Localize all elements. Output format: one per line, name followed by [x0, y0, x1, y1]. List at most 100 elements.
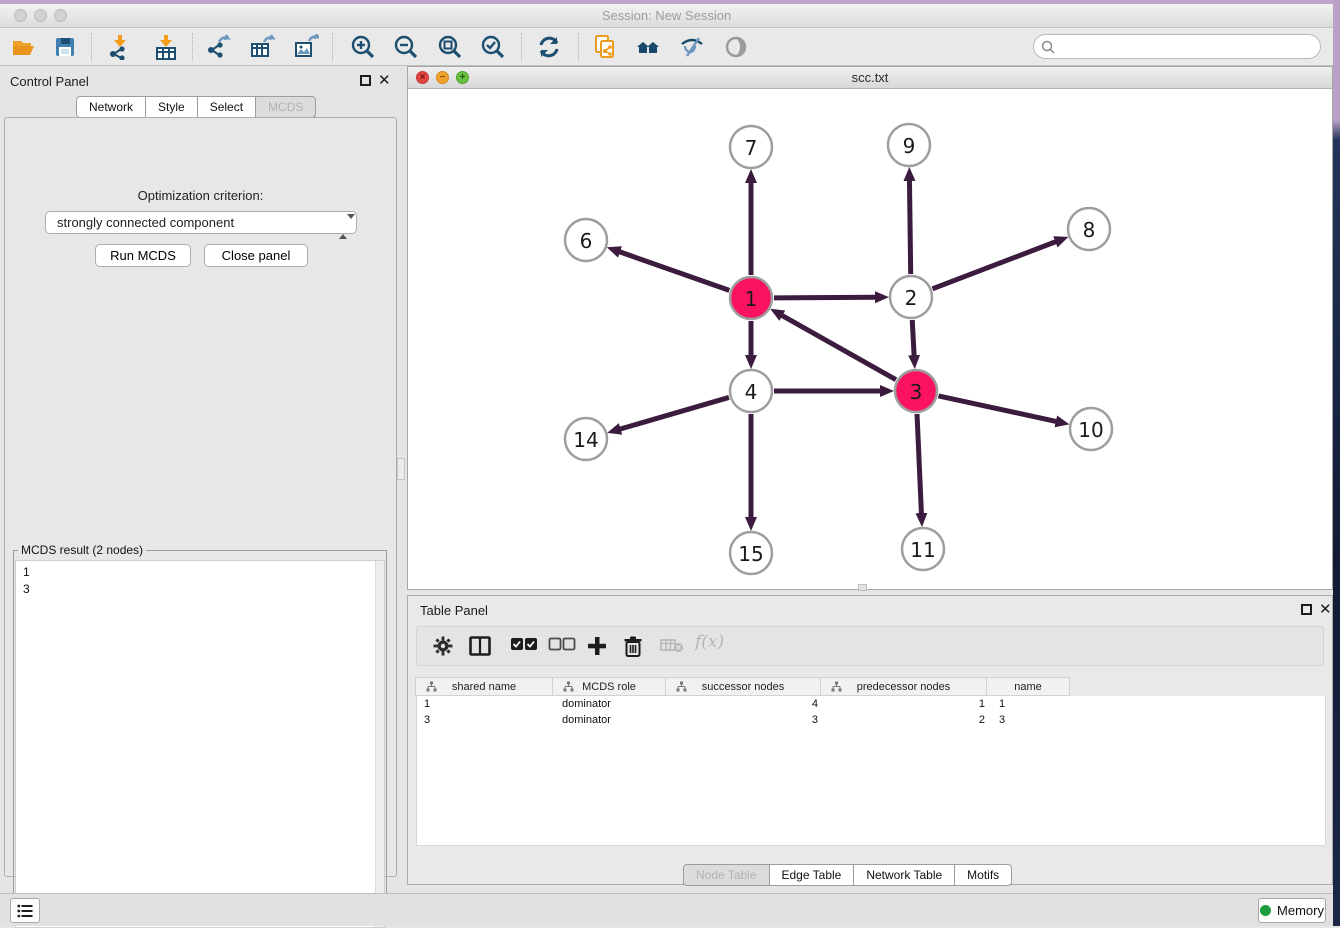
- column-header-predecessor-nodes[interactable]: predecessor nodes: [820, 677, 987, 696]
- tab-mcds[interactable]: MCDS: [255, 96, 316, 118]
- task-history-button[interactable]: [10, 898, 40, 923]
- toolbar-separator: [91, 33, 92, 61]
- cell-successor-nodes[interactable]: 3: [669, 712, 825, 728]
- edge-1-to-2[interactable]: [774, 297, 877, 298]
- edge-2-to-9[interactable]: [909, 179, 910, 274]
- open-session-icon[interactable]: [10, 34, 36, 60]
- delete-table-icon-disabled: [660, 636, 684, 654]
- import-table-icon[interactable]: [153, 34, 179, 60]
- cell-shared-name[interactable]: 3: [417, 712, 555, 728]
- network-resize-grip[interactable]: [858, 584, 867, 591]
- cell-name[interactable]: 3: [992, 712, 1076, 728]
- node-label-8: 8: [1083, 218, 1096, 242]
- close-panel-icon[interactable]: ✕: [378, 75, 391, 86]
- edge-3-to-10[interactable]: [938, 396, 1057, 422]
- cell-predecessor-nodes[interactable]: 1: [825, 696, 992, 712]
- table-settings-gear-icon[interactable]: [433, 636, 453, 656]
- panel-divider-grip[interactable]: [397, 458, 405, 480]
- tab-network-table[interactable]: Network Table: [853, 864, 955, 886]
- save-session-icon[interactable]: [52, 34, 78, 60]
- main-toolbar: [0, 28, 1333, 66]
- create-column-plus-icon[interactable]: [587, 636, 607, 656]
- edge-1-to-6[interactable]: [618, 251, 729, 290]
- toggle-columns-icon[interactable]: [469, 636, 491, 656]
- app-titlebar: Session: New Session: [0, 4, 1333, 28]
- control-panel: Control Panel ✕ NetworkStyleSelectMCDS O…: [0, 66, 401, 883]
- network-window-titlebar[interactable]: × − + scc.txt: [408, 67, 1332, 89]
- tab-select[interactable]: Select: [197, 96, 256, 118]
- import-network-icon[interactable]: [107, 34, 133, 60]
- zoom-selected-icon[interactable]: [480, 34, 506, 60]
- export-network-icon[interactable]: [206, 34, 232, 60]
- criterion-dropdown[interactable]: strongly connected component: [45, 211, 357, 234]
- export-table-icon[interactable]: [249, 34, 275, 60]
- apply-layout-icon[interactable]: [536, 34, 562, 60]
- dropdown-stepper-icon: [339, 216, 349, 230]
- memory-button[interactable]: Memory: [1258, 898, 1326, 923]
- node-label-4: 4: [745, 380, 758, 404]
- cell-shared-name[interactable]: 1: [417, 696, 555, 712]
- tab-network[interactable]: Network: [76, 96, 146, 118]
- edge-2-to-3[interactable]: [912, 320, 914, 357]
- node-label-14: 14: [573, 428, 598, 452]
- mcds-result-box: MCDS result (2 nodes) 1 3: [13, 543, 387, 923]
- column-header-name[interactable]: name: [986, 677, 1070, 696]
- control-panel-tabs: NetworkStyleSelectMCDS: [77, 96, 316, 118]
- search-field[interactable]: [1033, 34, 1321, 59]
- node-label-10: 10: [1078, 418, 1103, 442]
- table-header-row: shared name MCDS role successor nodesprede…: [416, 677, 1070, 696]
- function-builder-icon-disabled: f(x): [695, 632, 724, 652]
- search-input[interactable]: [1058, 37, 1313, 56]
- column-header-shared-name[interactable]: shared name: [415, 677, 553, 696]
- cell-successor-nodes[interactable]: 4: [669, 696, 825, 712]
- optimization-criterion-label: Optimization criterion:: [5, 188, 396, 203]
- export-image-icon[interactable]: [293, 34, 319, 60]
- clone-network-icon[interactable]: [592, 34, 618, 60]
- table-toolbar: f(x): [416, 626, 1324, 666]
- table-row[interactable]: 1dominator411: [417, 696, 1325, 712]
- table-row[interactable]: 3dominator323: [417, 712, 1325, 728]
- edge-2-to-8[interactable]: [932, 241, 1057, 289]
- result-scrollbar[interactable]: [375, 561, 384, 927]
- cell-MCDS-role[interactable]: dominator: [555, 696, 669, 712]
- cell-predecessor-nodes[interactable]: 2: [825, 712, 992, 728]
- node-label-2: 2: [905, 286, 918, 310]
- float-panel-icon[interactable]: [360, 75, 371, 86]
- cell-name[interactable]: 1: [992, 696, 1076, 712]
- delete-column-trash-icon[interactable]: [623, 636, 643, 658]
- cell-MCDS-role[interactable]: dominator: [555, 712, 669, 728]
- show-all-networks-icon[interactable]: [635, 34, 661, 60]
- edge-3-to-1[interactable]: [781, 315, 896, 380]
- column-header-successor-nodes[interactable]: successor nodes: [665, 677, 821, 696]
- zoom-fit-icon[interactable]: [437, 34, 463, 60]
- deselect-all-rows-icon[interactable]: [548, 636, 576, 652]
- edge-4-to-14[interactable]: [619, 397, 729, 429]
- column-header-MCDS-role[interactable]: MCDS role: [552, 677, 666, 696]
- close-panel-button[interactable]: Close panel: [204, 244, 308, 267]
- mcds-result-values: 1 3: [16, 561, 384, 598]
- zoom-in-icon[interactable]: [350, 34, 376, 60]
- table-float-icon[interactable]: [1301, 604, 1312, 615]
- toolbar-separator: [521, 33, 522, 61]
- zoom-out-icon[interactable]: [393, 34, 419, 60]
- run-mcds-button[interactable]: Run MCDS: [95, 244, 191, 267]
- tab-style[interactable]: Style: [145, 96, 198, 118]
- network-canvas[interactable]: 7968124314101511: [408, 89, 1332, 589]
- preview-eye-icon[interactable]: [723, 34, 749, 60]
- tab-motifs[interactable]: Motifs: [954, 864, 1012, 886]
- hide-selected-icon[interactable]: [679, 34, 705, 60]
- toolbar-separator: [332, 33, 333, 61]
- table-close-icon[interactable]: ✕: [1319, 604, 1332, 615]
- tab-node-table[interactable]: Node Table: [683, 864, 770, 886]
- edge-3-to-11[interactable]: [917, 414, 921, 515]
- select-all-rows-icon[interactable]: [510, 636, 538, 652]
- node-label-7: 7: [745, 136, 758, 160]
- list-icon: [17, 904, 33, 918]
- mcds-result-area[interactable]: 1 3: [15, 560, 385, 928]
- tab-edge-table[interactable]: Edge Table: [769, 864, 855, 886]
- control-panel-title: Control Panel: [10, 74, 89, 89]
- column-header-label: MCDS role: [582, 681, 636, 693]
- status-bar: Memory: [0, 893, 1333, 926]
- memory-button-label: Memory: [1277, 903, 1324, 918]
- network-window-title: scc.txt: [408, 70, 1332, 85]
